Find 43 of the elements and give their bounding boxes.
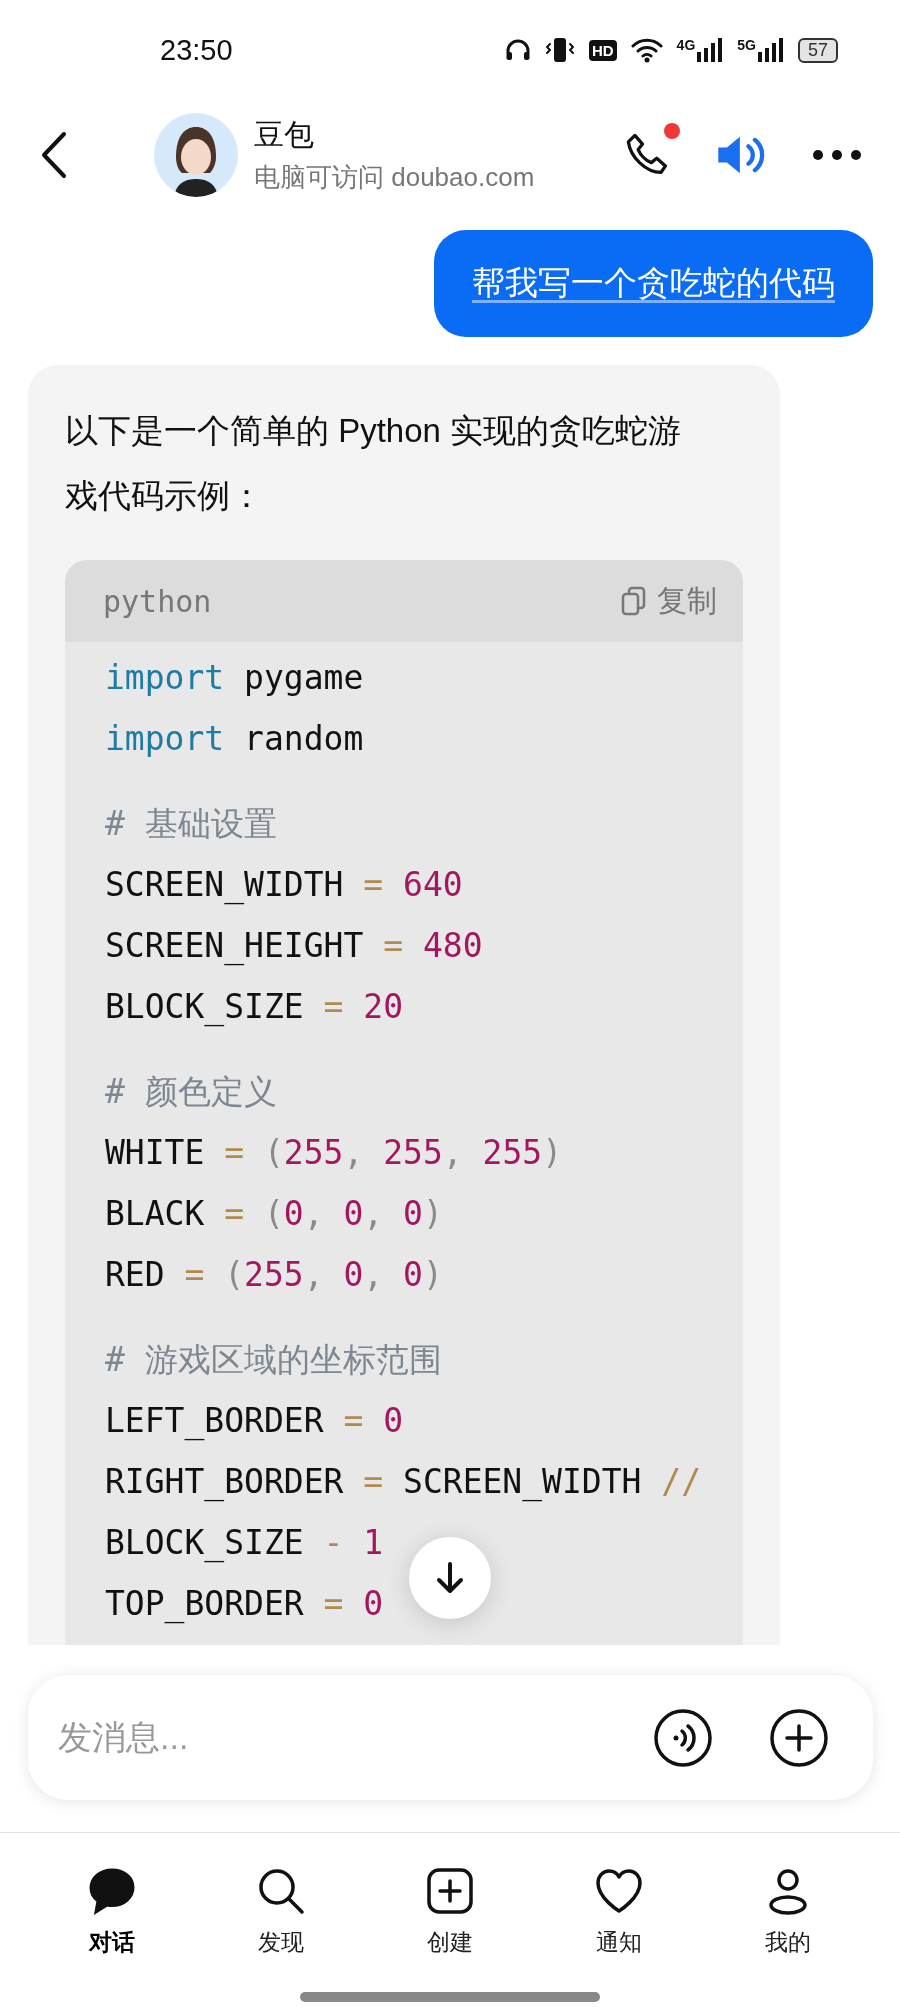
copy-icon [621,586,647,616]
nav-tab[interactable]: 创建 [400,1865,500,1958]
code-line: SCREEN_WIDTH = 640 [105,864,463,907]
nav-tab[interactable]: 通知 [568,1865,669,1958]
plus-circle-icon [769,1707,829,1768]
code-line: LEFT_BORDER = 0 [105,1400,404,1443]
code-line: BLOCK_SIZE = 20 [105,986,404,1029]
plus-square-icon [424,1865,476,1917]
message-input[interactable]: 发消息... [56,1717,605,1758]
nav-tab[interactable]: 发现 [231,1865,332,1958]
code-line: import random [105,718,364,760]
battery-level: 57 [797,37,838,63]
wifi-icon [630,37,663,63]
user-message: 帮我写一个贪吃蛇的代码 [434,230,873,337]
code-line: # 游戏区域的坐标范围 [105,1339,442,1381]
code-line: WHITE = (255, 255, 255) [105,1132,563,1174]
code-line: RIGHT_BORDER = SCREEN_WIDTH // [105,1461,702,1504]
network-label: 5G [737,38,756,52]
signal-icon [757,38,784,62]
code-language: python [103,583,212,619]
code-line: SCREEN_HEIGHT = 480 [105,925,483,968]
code-line: BLACK = (0, 0, 0) [105,1193,443,1235]
code-line: BLOCK_SIZE - 1 [105,1522,384,1565]
contact-subtitle: 电脑可访问 doubao.com [254,161,535,194]
voice-icon [653,1707,713,1768]
more-icon [812,149,862,161]
arrow-down-icon [435,1561,465,1595]
vibrate-icon [544,36,575,64]
network-label: 4G [676,38,696,52]
code-line: import pygame [105,657,364,699]
hd-badge: HD [588,39,617,61]
nav-tab[interactable]: 对话 [62,1865,163,1958]
code-line: # 颜色定义 [105,1071,277,1113]
headphones-icon [504,38,531,62]
signal-icon [697,38,724,62]
status-time: 23:50 [160,33,233,67]
code-line: # 基础设置 [105,803,277,845]
contact-name: 豆包 [254,117,315,153]
chevron-left-icon [40,130,68,180]
code-line: RED = (255, 0, 0) [105,1254,443,1296]
assistant-message-text: 以下是一个简单的 Python 实现的贪吃蛇游戏代码示例： [65,411,683,516]
nav-tab[interactable]: 我的 [737,1865,838,1958]
code-line: TOP_BORDER = 0 [105,1583,384,1626]
